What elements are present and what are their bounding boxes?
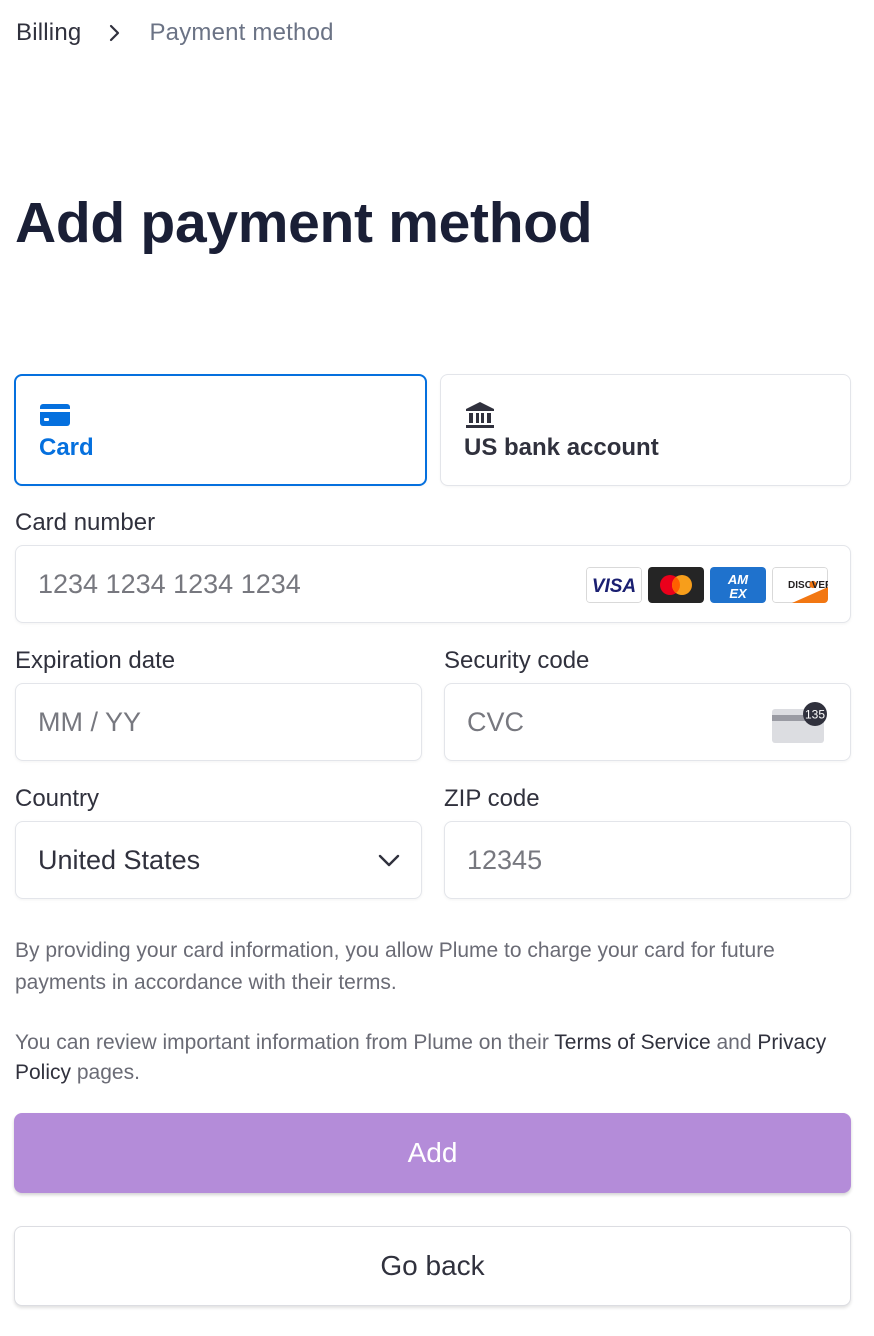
payment-method-tab-card[interactable]: Card xyxy=(14,374,427,486)
svg-text:AM: AM xyxy=(727,572,749,587)
visa-icon: VISA xyxy=(586,567,642,603)
review-suffix: pages. xyxy=(76,1061,140,1084)
zip-code-field xyxy=(444,821,851,899)
card-consent-text: By providing your card information, you … xyxy=(15,939,775,994)
country-label: Country xyxy=(15,785,100,812)
expiration-field xyxy=(15,683,422,761)
svg-text:EX: EX xyxy=(729,586,748,601)
card-number-input[interactable] xyxy=(38,546,622,622)
security-code-field: 135 xyxy=(444,683,851,761)
review-terms-text: You can review important information fro… xyxy=(15,1028,860,1088)
amex-icon: AM EX xyxy=(710,567,766,603)
expiration-label: Expiration date xyxy=(15,647,176,674)
svg-text:VISA: VISA xyxy=(592,576,636,597)
chevron-right-icon xyxy=(105,23,125,43)
country-select[interactable]: United States xyxy=(15,821,422,899)
svg-text:DISC: DISC xyxy=(788,580,812,591)
add-payment-method-page: Billing Payment method Add payment metho… xyxy=(0,0,874,1336)
card-number-field: VISA AM EX xyxy=(15,545,851,623)
security-code-input[interactable] xyxy=(467,684,751,760)
cvc-icon-digits: 135 xyxy=(805,708,825,722)
cvc-card-icon: 135 xyxy=(772,701,828,743)
breadcrumb: Billing Payment method xyxy=(16,16,334,50)
zip-code-label: ZIP code xyxy=(444,785,540,812)
security-code-label: Security code xyxy=(444,647,590,674)
expiration-input[interactable] xyxy=(38,684,322,760)
bank-icon xyxy=(464,400,496,430)
terms-of-service-link[interactable]: Terms of Service xyxy=(554,1031,710,1054)
review-prefix: You can review important information fro… xyxy=(15,1031,549,1054)
country-select-value: United States xyxy=(38,844,201,875)
review-and: and xyxy=(716,1031,752,1054)
chevron-down-icon xyxy=(377,850,401,870)
zip-code-input[interactable] xyxy=(467,822,751,898)
card-icon xyxy=(39,400,71,430)
go-back-button[interactable]: Go back xyxy=(14,1226,851,1306)
payment-method-tab-us-bank-account[interactable]: US bank account xyxy=(440,374,851,486)
card-brand-icons: VISA AM EX DISC VE xyxy=(586,567,828,603)
breadcrumb-current: Payment method xyxy=(149,19,334,46)
page-title: Add payment method xyxy=(15,191,593,255)
card-number-label: Card number xyxy=(15,509,156,536)
breadcrumb-billing-link[interactable]: Billing xyxy=(16,19,81,47)
add-button[interactable]: Add xyxy=(14,1113,851,1193)
tab-bank-label: US bank account xyxy=(464,434,659,461)
svg-text:VER: VER xyxy=(812,580,828,591)
tab-card-label: Card xyxy=(39,434,94,461)
discover-icon: DISC VER xyxy=(772,567,828,603)
mastercard-icon xyxy=(648,567,704,603)
